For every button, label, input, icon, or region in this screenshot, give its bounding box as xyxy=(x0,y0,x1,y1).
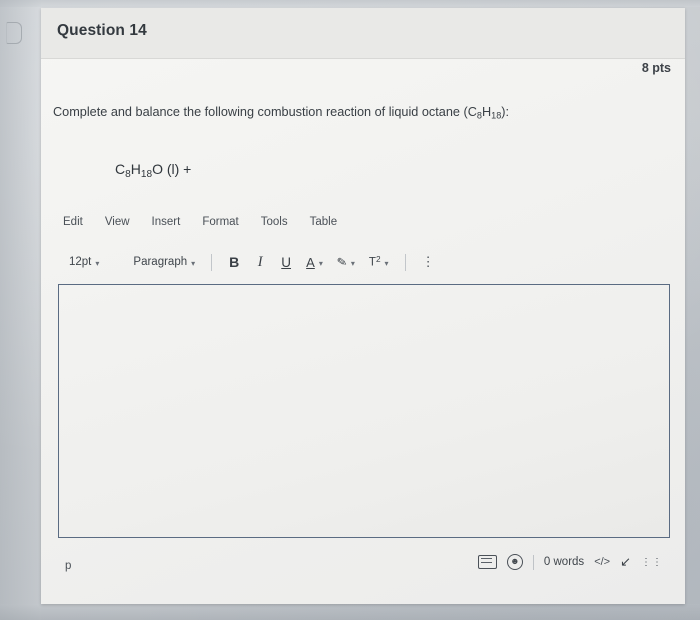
font-size-label: 12pt xyxy=(69,256,92,268)
question-prompt: Complete and balance the following combu… xyxy=(53,104,665,122)
word-count: 0 words xyxy=(543,556,585,568)
left-edge-shadow xyxy=(0,0,41,620)
editor-menubar: Edit View Insert Format Tools Table xyxy=(61,215,339,229)
fullscreen-resize-icon[interactable]: ↙ xyxy=(620,554,631,570)
question-card: Question 14 8 pts Complete and balance t… xyxy=(41,8,685,604)
bold-button[interactable]: B xyxy=(222,254,246,270)
chevron-down-icon: ▾ xyxy=(318,258,323,268)
bottom-edge-shadow xyxy=(0,604,700,620)
text-color-icon: A xyxy=(306,254,315,270)
menu-insert[interactable]: Insert xyxy=(150,215,183,229)
keyboard-shortcuts-icon[interactable] xyxy=(477,555,497,569)
prompt-text-mid: H xyxy=(481,105,492,119)
superscript-subscript-button[interactable]: T2 ▾ xyxy=(363,252,395,271)
prompt-text-before: Complete and balance the following combu… xyxy=(53,105,477,119)
prompt-sub-18: 18 xyxy=(491,110,502,121)
formula-h-sub: 18 xyxy=(140,168,153,180)
more-options-button[interactable]: ⋮ xyxy=(422,255,435,269)
html-editor-button[interactable]: </> xyxy=(594,556,610,568)
rich-text-editor-body[interactable] xyxy=(58,284,670,538)
menu-edit[interactable]: Edit xyxy=(61,215,85,229)
formula-state: (l) + xyxy=(162,161,192,177)
toolbar-divider xyxy=(404,253,406,271)
text-color-button[interactable]: A ▾ xyxy=(300,252,329,273)
chevron-down-icon: ▾ xyxy=(384,258,389,268)
editor-toolbar: 12pt ▾ Paragraph ▾ B I U A ▾ ✎ ▾ T2 ▾ ⋮ xyxy=(63,248,665,276)
top-edge-shadow xyxy=(0,0,700,7)
points-badge: 8 pts xyxy=(641,61,671,75)
underline-button[interactable]: U xyxy=(274,255,298,270)
status-divider xyxy=(532,554,534,570)
chevron-down-icon: ▾ xyxy=(350,258,355,268)
accessibility-checker-icon[interactable]: ☻ xyxy=(506,554,523,570)
highlighter-icon: ✎ xyxy=(335,254,349,270)
italic-button[interactable]: I xyxy=(248,254,272,271)
editor-statusbar: ☻ 0 words </> ↙ ⋮⋮ xyxy=(477,554,663,570)
chevron-down-icon: ▾ xyxy=(191,258,196,268)
page-bookmark-icon xyxy=(6,22,22,44)
formula-o: O xyxy=(152,161,163,177)
menu-view[interactable]: View xyxy=(103,215,132,229)
element-path-indicator: p xyxy=(65,560,72,572)
menu-tools[interactable]: Tools xyxy=(259,215,290,229)
menu-format[interactable]: Format xyxy=(200,215,240,229)
resize-grip-icon[interactable]: ⋮⋮ xyxy=(641,557,663,567)
reaction-formula: C8H18O (l) + xyxy=(115,161,191,180)
block-format-dropdown[interactable]: Paragraph ▾ xyxy=(127,253,201,271)
menu-table[interactable]: Table xyxy=(308,215,340,229)
block-format-label: Paragraph xyxy=(133,256,188,268)
page-title: Question 14 xyxy=(57,22,147,39)
font-size-dropdown[interactable]: 12pt ▾ xyxy=(63,253,105,271)
formula-h: H xyxy=(130,161,141,177)
highlight-color-button[interactable]: ✎ ▾ xyxy=(331,252,361,272)
prompt-text-after: ): xyxy=(501,105,510,119)
formula-c: C xyxy=(115,161,126,177)
chevron-down-icon: ▾ xyxy=(95,258,100,268)
superscript-icon: T2 xyxy=(368,255,381,269)
toolbar-divider xyxy=(211,253,213,271)
question-header: Question 14 xyxy=(41,8,685,59)
